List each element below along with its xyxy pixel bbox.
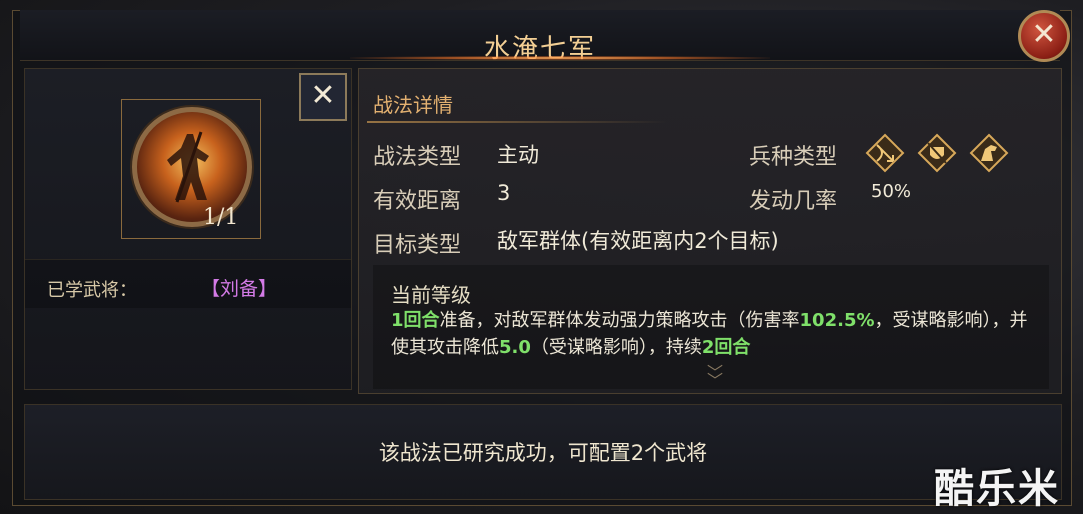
title-glow [350, 56, 770, 60]
desc-text: （受谋略影响），持续 [530, 337, 702, 358]
footer-bar: 该战法已研究成功，可配置2个武将 [24, 404, 1062, 500]
type-value: 主动 [497, 143, 539, 167]
skill-panel: 1/1 ✕ 已学武将： 【刘备】 [24, 68, 352, 390]
chevron-down-icon[interactable]: ﹀ ﹀ [707, 365, 723, 389]
title-bar: 水淹七军 [20, 10, 1060, 64]
desc-highlight: 1回合 [391, 310, 440, 331]
skill-count: 1/1 [203, 205, 239, 230]
infantry-unit-icon [917, 133, 957, 173]
learned-generals-row: 已学武将： 【刘备】 [25, 259, 351, 308]
status-message: 该战法已研究成功，可配置2个武将 [378, 441, 708, 465]
close-button[interactable]: ✕ [1018, 10, 1070, 62]
archer-unit-icon [865, 133, 905, 173]
desc-highlight: 5.0 [499, 337, 531, 358]
desc-text: 准备，对敌军群体发动强力策略攻击（伤害率 [439, 310, 800, 331]
level-description: 1回合准备，对敌军群体发动强力策略攻击（伤害率102.5%，受谋略影响），并使其… [391, 307, 1031, 361]
section-title: 战法详情 [373, 93, 453, 117]
rate-label: 发动几率 [749, 189, 838, 214]
target-value: 敌军群体(有效距离内2个目标) [497, 229, 779, 253]
cavalry-unit-icon [969, 133, 1009, 173]
desc-highlight: 102.5% [799, 310, 875, 331]
remove-skill-button[interactable]: ✕ [299, 73, 347, 121]
learned-label: 已学武将： [47, 280, 137, 301]
type-label: 战法类型 [373, 145, 462, 170]
skill-details-panel: 战法详情 战法类型 主动 有效距离 3 目标类型 敌军群体(有效距离内2个目标)… [358, 68, 1062, 394]
close-icon: ✕ [310, 78, 336, 113]
target-label: 目标类型 [373, 233, 462, 258]
watermark: 酷乐米 [934, 466, 1060, 512]
desc-highlight: 2回合 [701, 337, 751, 358]
unit-type-label: 兵种类型 [749, 145, 838, 170]
level-title: 当前等级 [391, 283, 471, 307]
rate-value: 50% [871, 181, 912, 202]
close-icon: ✕ [1031, 17, 1057, 52]
range-label: 有效距离 [373, 189, 462, 214]
section-divider [367, 121, 667, 123]
range-value: 3 [497, 181, 511, 205]
level-section: 当前等级 1回合准备，对敌军群体发动强力策略攻击（伤害率102.5%，受谋略影响… [373, 265, 1049, 389]
learned-general-link[interactable]: 【刘备】 [201, 274, 277, 301]
